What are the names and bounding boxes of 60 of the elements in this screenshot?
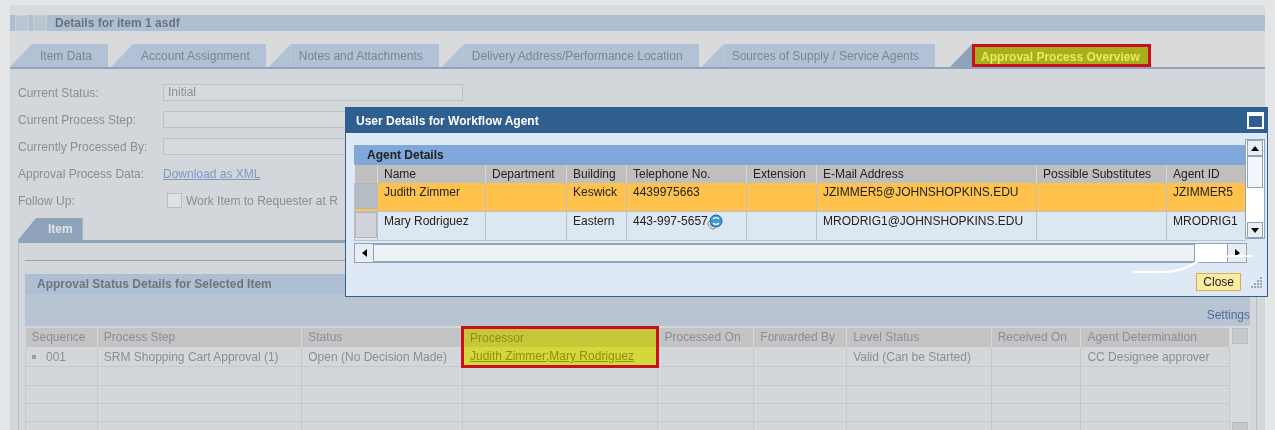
- table-cell: Judith Zimmer: [377, 183, 486, 212]
- column-header[interactable]: Department: [485, 165, 567, 183]
- table-cell: JZIMMER5: [1166, 183, 1245, 212]
- column-header[interactable]: Sequence: [25, 327, 98, 347]
- maximize-icon[interactable]: [1247, 112, 1264, 129]
- down-arrow-icon[interactable]: [1251, 227, 1259, 233]
- resize-grip-icon[interactable]: [1249, 275, 1263, 289]
- table-cell: [746, 183, 817, 212]
- table-cell: [746, 211, 817, 241]
- up-arrow-icon[interactable]: [1251, 145, 1259, 151]
- column-header[interactable]: Name: [377, 165, 486, 183]
- download-link[interactable]: Download as XML: [163, 166, 261, 181]
- column-header[interactable]: Agent ID: [1166, 165, 1245, 183]
- close-button[interactable]: Close: [1196, 273, 1241, 291]
- table-cell: MRODRIG1: [1166, 211, 1245, 241]
- table-cell[interactable]: Judith Zimmer;Mary Rodriguez: [462, 347, 657, 367]
- phone-icon[interactable]: [706, 214, 723, 230]
- field-label: Current Status:: [18, 85, 100, 100]
- table-cell: Mary Rodriguez: [377, 211, 486, 241]
- right-arrow-icon[interactable]: [1234, 249, 1240, 257]
- column-header[interactable]: Forwarded By: [753, 327, 847, 347]
- column-header[interactable]: Extension: [746, 165, 817, 183]
- left-arrow-icon[interactable]: [361, 249, 367, 257]
- field-label: Currently Processed By:: [18, 139, 149, 154]
- column-header[interactable]: Received On: [991, 327, 1081, 347]
- scrollbar[interactable]: [1230, 326, 1250, 430]
- field-label: Approval Process Data:: [18, 166, 146, 181]
- checkbox[interactable]: [167, 193, 182, 208]
- section-title: Agent Details: [367, 148, 444, 162]
- column-header[interactable]: Process Step: [97, 327, 302, 347]
- column-header[interactable]: Level Status: [846, 327, 992, 347]
- table-cell: CC Designee approver: [1080, 347, 1230, 367]
- scrollbar[interactable]: [354, 243, 1247, 263]
- column-header[interactable]: Status: [301, 327, 463, 347]
- scrollbar[interactable]: [1245, 139, 1265, 239]
- item-tab[interactable]: Item: [18, 218, 83, 240]
- column-header[interactable]: Agent Determination: [1080, 327, 1230, 347]
- table-cell: Eastern: [566, 211, 627, 241]
- table-cell: MRODRIG1@JOHNSHOPKINS.EDU: [816, 211, 1037, 241]
- dialog-title: User Details for Workflow Agent: [356, 113, 539, 128]
- settings-link[interactable]: Settings: [1206, 308, 1250, 326]
- header-title: Details for item 1 asdf: [55, 16, 180, 30]
- column-header[interactable]: Building: [566, 165, 627, 183]
- column-header[interactable]: Possible Substitutes: [1036, 165, 1167, 183]
- table-cell: SRM Shopping Cart Approval (1): [97, 347, 302, 367]
- table-cell: 4439975663: [626, 183, 747, 212]
- table-cell: 443-997-5657: [626, 211, 747, 241]
- column-header[interactable]: Telephone No.: [626, 165, 747, 183]
- section-title: Approval Status Details for Selected Item: [37, 277, 272, 291]
- input-field[interactable]: Initial: [163, 84, 463, 101]
- column-header[interactable]: Processor: [462, 327, 657, 347]
- table-cell: JZIMMER5@JOHNSHOPKINS.EDU: [816, 183, 1037, 212]
- table-cell: Valid (Can be Started): [846, 347, 992, 367]
- checkbox-label: Work Item to Requester at R: [186, 193, 338, 208]
- table-cell: 001: [25, 347, 98, 367]
- table-cell: Keswick: [566, 183, 627, 212]
- column-header[interactable]: E-Mail Address: [816, 165, 1037, 183]
- column-header[interactable]: Processed On: [657, 327, 754, 347]
- field-label: Current Process Step:: [18, 112, 138, 127]
- field-label: Follow Up:: [18, 193, 76, 208]
